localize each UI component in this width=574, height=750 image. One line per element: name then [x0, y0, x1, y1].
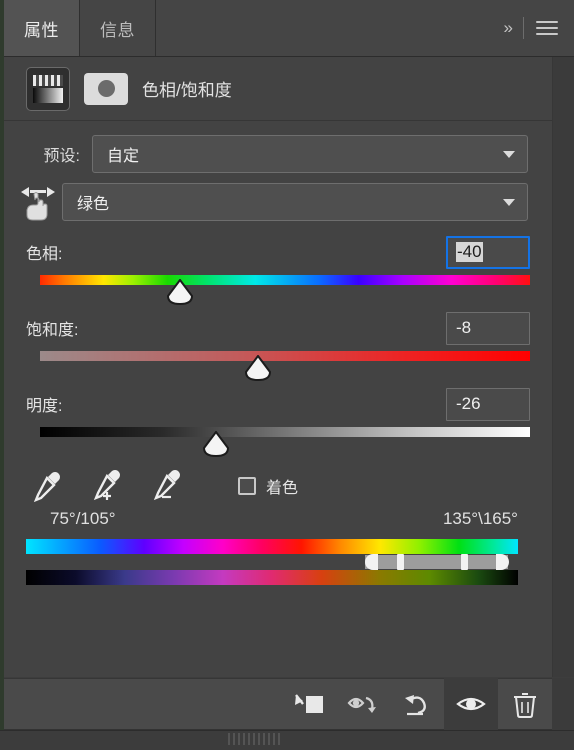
- bottom-toolbar-right-gutter: [552, 678, 574, 730]
- toggle-visibility-button[interactable]: [444, 678, 498, 730]
- color-range-row: 绿色: [4, 183, 552, 221]
- adjustment-header: 色相/饱和度: [4, 57, 552, 121]
- color-range-value: 绿色: [77, 196, 110, 213]
- page-title: 色相/饱和度: [142, 81, 232, 100]
- panel-header-controls: »: [504, 0, 574, 56]
- lightness-slider-group: 明度: -26: [4, 387, 552, 461]
- on-image-adjustment-hand-icon[interactable]: [4, 183, 62, 221]
- color-range-dropdown[interactable]: 绿色: [62, 183, 528, 221]
- colorize-checkbox-row[interactable]: 着色: [238, 474, 298, 498]
- hue-gradient-track[interactable]: [40, 275, 530, 285]
- lightness-gradient-track[interactable]: [40, 427, 530, 437]
- saturation-gradient-track[interactable]: [40, 351, 530, 361]
- hue-slider-thumb[interactable]: [165, 279, 195, 305]
- view-previous-state-button[interactable]: [336, 678, 390, 730]
- colorize-label: 着色: [266, 480, 299, 497]
- window-bottom-strip: [0, 730, 574, 750]
- panel-bottom-toolbar: [4, 678, 552, 730]
- hue-slider-group: 色相: -40: [4, 235, 552, 309]
- eyedropper-icon[interactable]: [30, 469, 64, 503]
- saturation-input[interactable]: -8: [446, 311, 530, 345]
- saturation-slider-track-area[interactable]: [40, 345, 530, 385]
- preset-dropdown[interactable]: 自定: [92, 135, 528, 173]
- saturation-slider-group: 饱和度: -8: [4, 311, 552, 385]
- lightness-slider-thumb[interactable]: [201, 431, 231, 457]
- layer-mask-icon[interactable]: [84, 72, 128, 105]
- saturation-value: -8: [456, 318, 472, 337]
- chevron-down-icon: [503, 198, 515, 206]
- expand-panels-icon[interactable]: »: [504, 18, 514, 38]
- lightness-slider-track-area[interactable]: [40, 421, 530, 461]
- source-hue-spectrum-bar: [26, 539, 518, 554]
- chevron-down-icon: [503, 150, 515, 158]
- preset-value: 自定: [107, 148, 140, 165]
- lightness-input[interactable]: -26: [446, 387, 530, 421]
- eyedropper-add-icon[interactable]: [90, 469, 124, 503]
- tab-bar-empty-area: [156, 0, 504, 56]
- hue-value: -40: [456, 242, 483, 262]
- hamburger-menu-icon[interactable]: [536, 21, 558, 35]
- colorize-checkbox[interactable]: [238, 477, 256, 495]
- clip-to-layer-button[interactable]: [282, 678, 336, 730]
- range-right-label: 135°\165°: [442, 509, 518, 528]
- preset-label: 预设:: [43, 148, 80, 165]
- preset-row: 预设: 自定: [4, 135, 552, 173]
- hue-saturation-adjustment-icon[interactable]: [26, 66, 70, 111]
- spectrum-bars[interactable]: [26, 539, 518, 585]
- range-selection-bar[interactable]: [365, 555, 508, 569]
- hue-slider-track-area[interactable]: [40, 269, 530, 309]
- saturation-label: 饱和度:: [26, 322, 79, 339]
- properties-panel-body: 色相/饱和度 预设: 自定 绿色 色相: -40 饱和度: -8 明度: -26…: [4, 57, 552, 677]
- panel-tab-bar: 属性 信息 »: [4, 0, 574, 57]
- range-handle-outer-left[interactable]: [365, 554, 379, 570]
- range-left-label: 75°/105°: [50, 509, 116, 528]
- eyedropper-subtract-icon[interactable]: [150, 469, 184, 503]
- hue-input[interactable]: -40: [446, 235, 530, 269]
- hue-label: 色相:: [26, 246, 63, 263]
- saturation-slider-thumb[interactable]: [243, 355, 273, 381]
- range-handle-inner-left[interactable]: [396, 554, 404, 570]
- header-divider: [523, 17, 524, 39]
- color-range-spectrum-zone: 75°/105° 135°\165°: [4, 509, 552, 585]
- tab-info-label: 信息: [100, 20, 135, 40]
- tab-properties-label: 属性: [24, 20, 59, 40]
- panel-right-gutter: [552, 57, 574, 677]
- range-degree-labels: 75°/105° 135°\165°: [4, 509, 552, 529]
- photoshop-properties-panel: 属性 信息 » 色相/饱和度 预设: 自定 绿色 色相: -40 饱和度: -8…: [0, 0, 574, 750]
- lightness-value: -26: [456, 394, 481, 413]
- lightness-label: 明度:: [26, 398, 63, 415]
- result-hue-spectrum-bar: [26, 570, 518, 585]
- tab-info[interactable]: 信息: [80, 0, 156, 56]
- reset-button[interactable]: [390, 678, 444, 730]
- tab-properties[interactable]: 属性: [4, 0, 80, 56]
- resize-grip[interactable]: [228, 733, 280, 745]
- eyedropper-tools-row: 着色: [4, 463, 552, 509]
- range-handle-inner-right[interactable]: [460, 554, 468, 570]
- delete-layer-button[interactable]: [498, 678, 552, 730]
